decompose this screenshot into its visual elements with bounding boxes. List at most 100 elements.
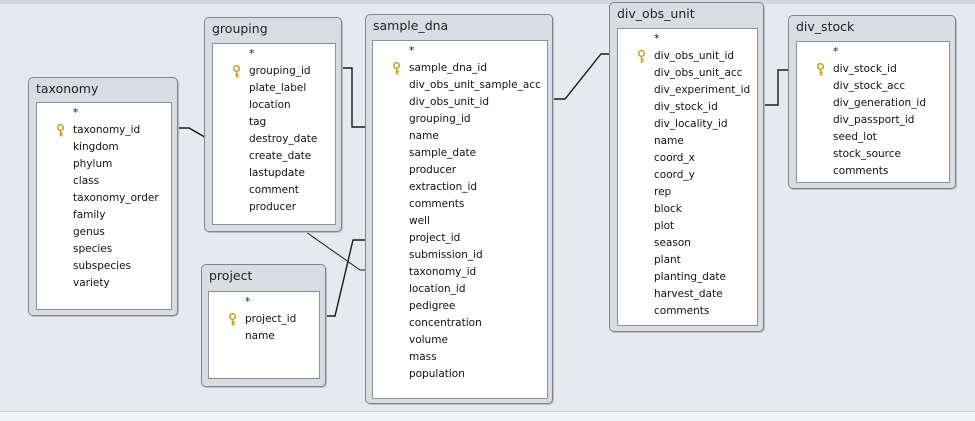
table-title[interactable]: sample_dna (373, 18, 448, 33)
field-name: mass (409, 351, 437, 363)
field-row[interactable]: producer (373, 162, 547, 179)
field-row[interactable]: sample_date (373, 145, 547, 162)
field-row[interactable]: subspecies (37, 258, 171, 275)
field-row[interactable]: * (209, 294, 319, 311)
field-row[interactable]: * (37, 105, 171, 122)
field-row[interactable]: div_obs_unit_id (618, 48, 757, 65)
field-row[interactable]: phylum (37, 156, 171, 173)
field-row[interactable]: concentration (373, 315, 547, 332)
field-row[interactable]: genus (37, 224, 171, 241)
field-name: div_locality_id (654, 118, 728, 130)
field-row[interactable]: div_obs_unit_acc (618, 65, 757, 82)
field-row[interactable]: variety (37, 275, 171, 292)
field-row[interactable]: class (37, 173, 171, 190)
field-row[interactable]: create_date (213, 148, 335, 165)
field-row[interactable]: div_obs_unit_id (373, 94, 547, 111)
field-row[interactable]: taxonomy_id (37, 122, 171, 139)
table-grouping[interactable]: grouping * grouping_id plate_label location… (204, 17, 342, 232)
table-taxonomy[interactable]: taxonomy * taxonomy_id kingdom phylum class t… (28, 77, 178, 316)
field-row[interactable]: plot (618, 218, 757, 235)
field-row[interactable]: div_passport_id (797, 112, 949, 129)
field-name: div_obs_unit_acc (654, 67, 743, 79)
field-row[interactable]: population (373, 366, 547, 383)
field-row[interactable]: * (373, 43, 547, 60)
field-name: family (73, 209, 106, 221)
field-row[interactable]: harvest_date (618, 286, 757, 303)
field-row[interactable]: producer (213, 199, 335, 216)
field-name: plate_label (249, 82, 307, 94)
field-name: seed_lot (833, 131, 877, 143)
field-row[interactable]: name (618, 133, 757, 150)
field-name: producer (249, 201, 297, 213)
field-row[interactable]: pedigree (373, 298, 547, 315)
field-name: plant (654, 254, 681, 266)
field-row[interactable]: comments (797, 163, 949, 180)
field-row[interactable]: sample_dna_id (373, 60, 547, 77)
field-row[interactable]: coord_y (618, 167, 757, 184)
field-name: sample_date (409, 147, 477, 159)
field-row[interactable]: name (209, 328, 319, 345)
field-row[interactable]: taxonomy_id (373, 264, 547, 281)
field-row[interactable]: season (618, 235, 757, 252)
field-row[interactable]: volume (373, 332, 547, 349)
field-row[interactable]: div_stock_acc (797, 78, 949, 95)
field-row[interactable]: plate_label (213, 80, 335, 97)
table-title[interactable]: project (209, 268, 252, 283)
field-name: genus (73, 226, 105, 238)
field-row[interactable]: mass (373, 349, 547, 366)
field-row[interactable]: well (373, 213, 547, 230)
relationship-line-div_stock-div_obs_unit[interactable] (764, 69, 788, 106)
field-name: create_date (249, 150, 312, 162)
field-name: tag (249, 116, 267, 128)
field-row[interactable]: tag (213, 114, 335, 131)
field-row[interactable]: destroy_date (213, 131, 335, 148)
field-row[interactable]: seed_lot (797, 129, 949, 146)
field-row[interactable]: comments (373, 196, 547, 213)
field-name: rep (654, 186, 672, 198)
field-row[interactable]: * (618, 31, 757, 48)
field-row[interactable]: comments (618, 303, 757, 320)
field-row[interactable]: planting_date (618, 269, 757, 286)
field-row[interactable]: plant (618, 252, 757, 269)
field-row[interactable]: div_obs_unit_sample_acc (373, 77, 547, 94)
field-row[interactable]: div_generation_id (797, 95, 949, 112)
field-row[interactable]: grouping_id (373, 111, 547, 128)
field-row[interactable]: grouping_id (213, 63, 335, 80)
field-row[interactable]: project_id (373, 230, 547, 247)
field-row[interactable]: div_locality_id (618, 116, 757, 133)
field-row[interactable]: extraction_id (373, 179, 547, 196)
field-row[interactable]: * (797, 44, 949, 61)
field-row[interactable]: submission_id (373, 247, 547, 264)
table-div-obs-unit[interactable]: div_obs_unit * div_obs_unit_id div_obs_uni… (609, 2, 764, 332)
field-row[interactable]: name (373, 128, 547, 145)
field-row[interactable]: * (213, 46, 335, 63)
field-row[interactable]: family (37, 207, 171, 224)
field-row[interactable]: div_stock_id (797, 61, 949, 78)
field-name: * (409, 45, 415, 57)
field-row[interactable]: taxonomy_order (37, 190, 171, 207)
field-row[interactable]: block (618, 201, 757, 218)
field-row[interactable]: location_id (373, 281, 547, 298)
relationship-line-div_obs_unit-sample_dna[interactable] (553, 53, 609, 100)
field-row[interactable]: div_stock_id (618, 99, 757, 116)
table-title[interactable]: grouping (212, 21, 268, 36)
field-row[interactable]: project_id (209, 311, 319, 328)
field-row[interactable]: rep (618, 184, 757, 201)
field-row[interactable]: kingdom (37, 139, 171, 156)
field-row[interactable]: coord_x (618, 150, 757, 167)
field-row[interactable]: comment (213, 182, 335, 199)
field-row[interactable]: lastupdate (213, 165, 335, 182)
field-name: lastupdate (249, 167, 305, 179)
field-row[interactable]: stock_source (797, 146, 949, 163)
table-title[interactable]: div_stock (796, 19, 854, 34)
field-name: location_id (409, 283, 466, 295)
field-list: * grouping_id plate_label location tag destro… (212, 43, 336, 225)
field-row[interactable]: species (37, 241, 171, 258)
table-project[interactable]: project * project_id name (201, 264, 326, 387)
table-sample-dna[interactable]: sample_dna * sample_dna_id div_obs_unit_sa… (365, 14, 553, 404)
table-div-stock[interactable]: div_stock * div_stock_id div_stock_acc div_… (788, 15, 956, 189)
field-row[interactable]: div_experiment_id (618, 82, 757, 99)
table-title[interactable]: taxonomy (36, 81, 98, 96)
table-title[interactable]: div_obs_unit (617, 6, 695, 21)
field-row[interactable]: location (213, 97, 335, 114)
